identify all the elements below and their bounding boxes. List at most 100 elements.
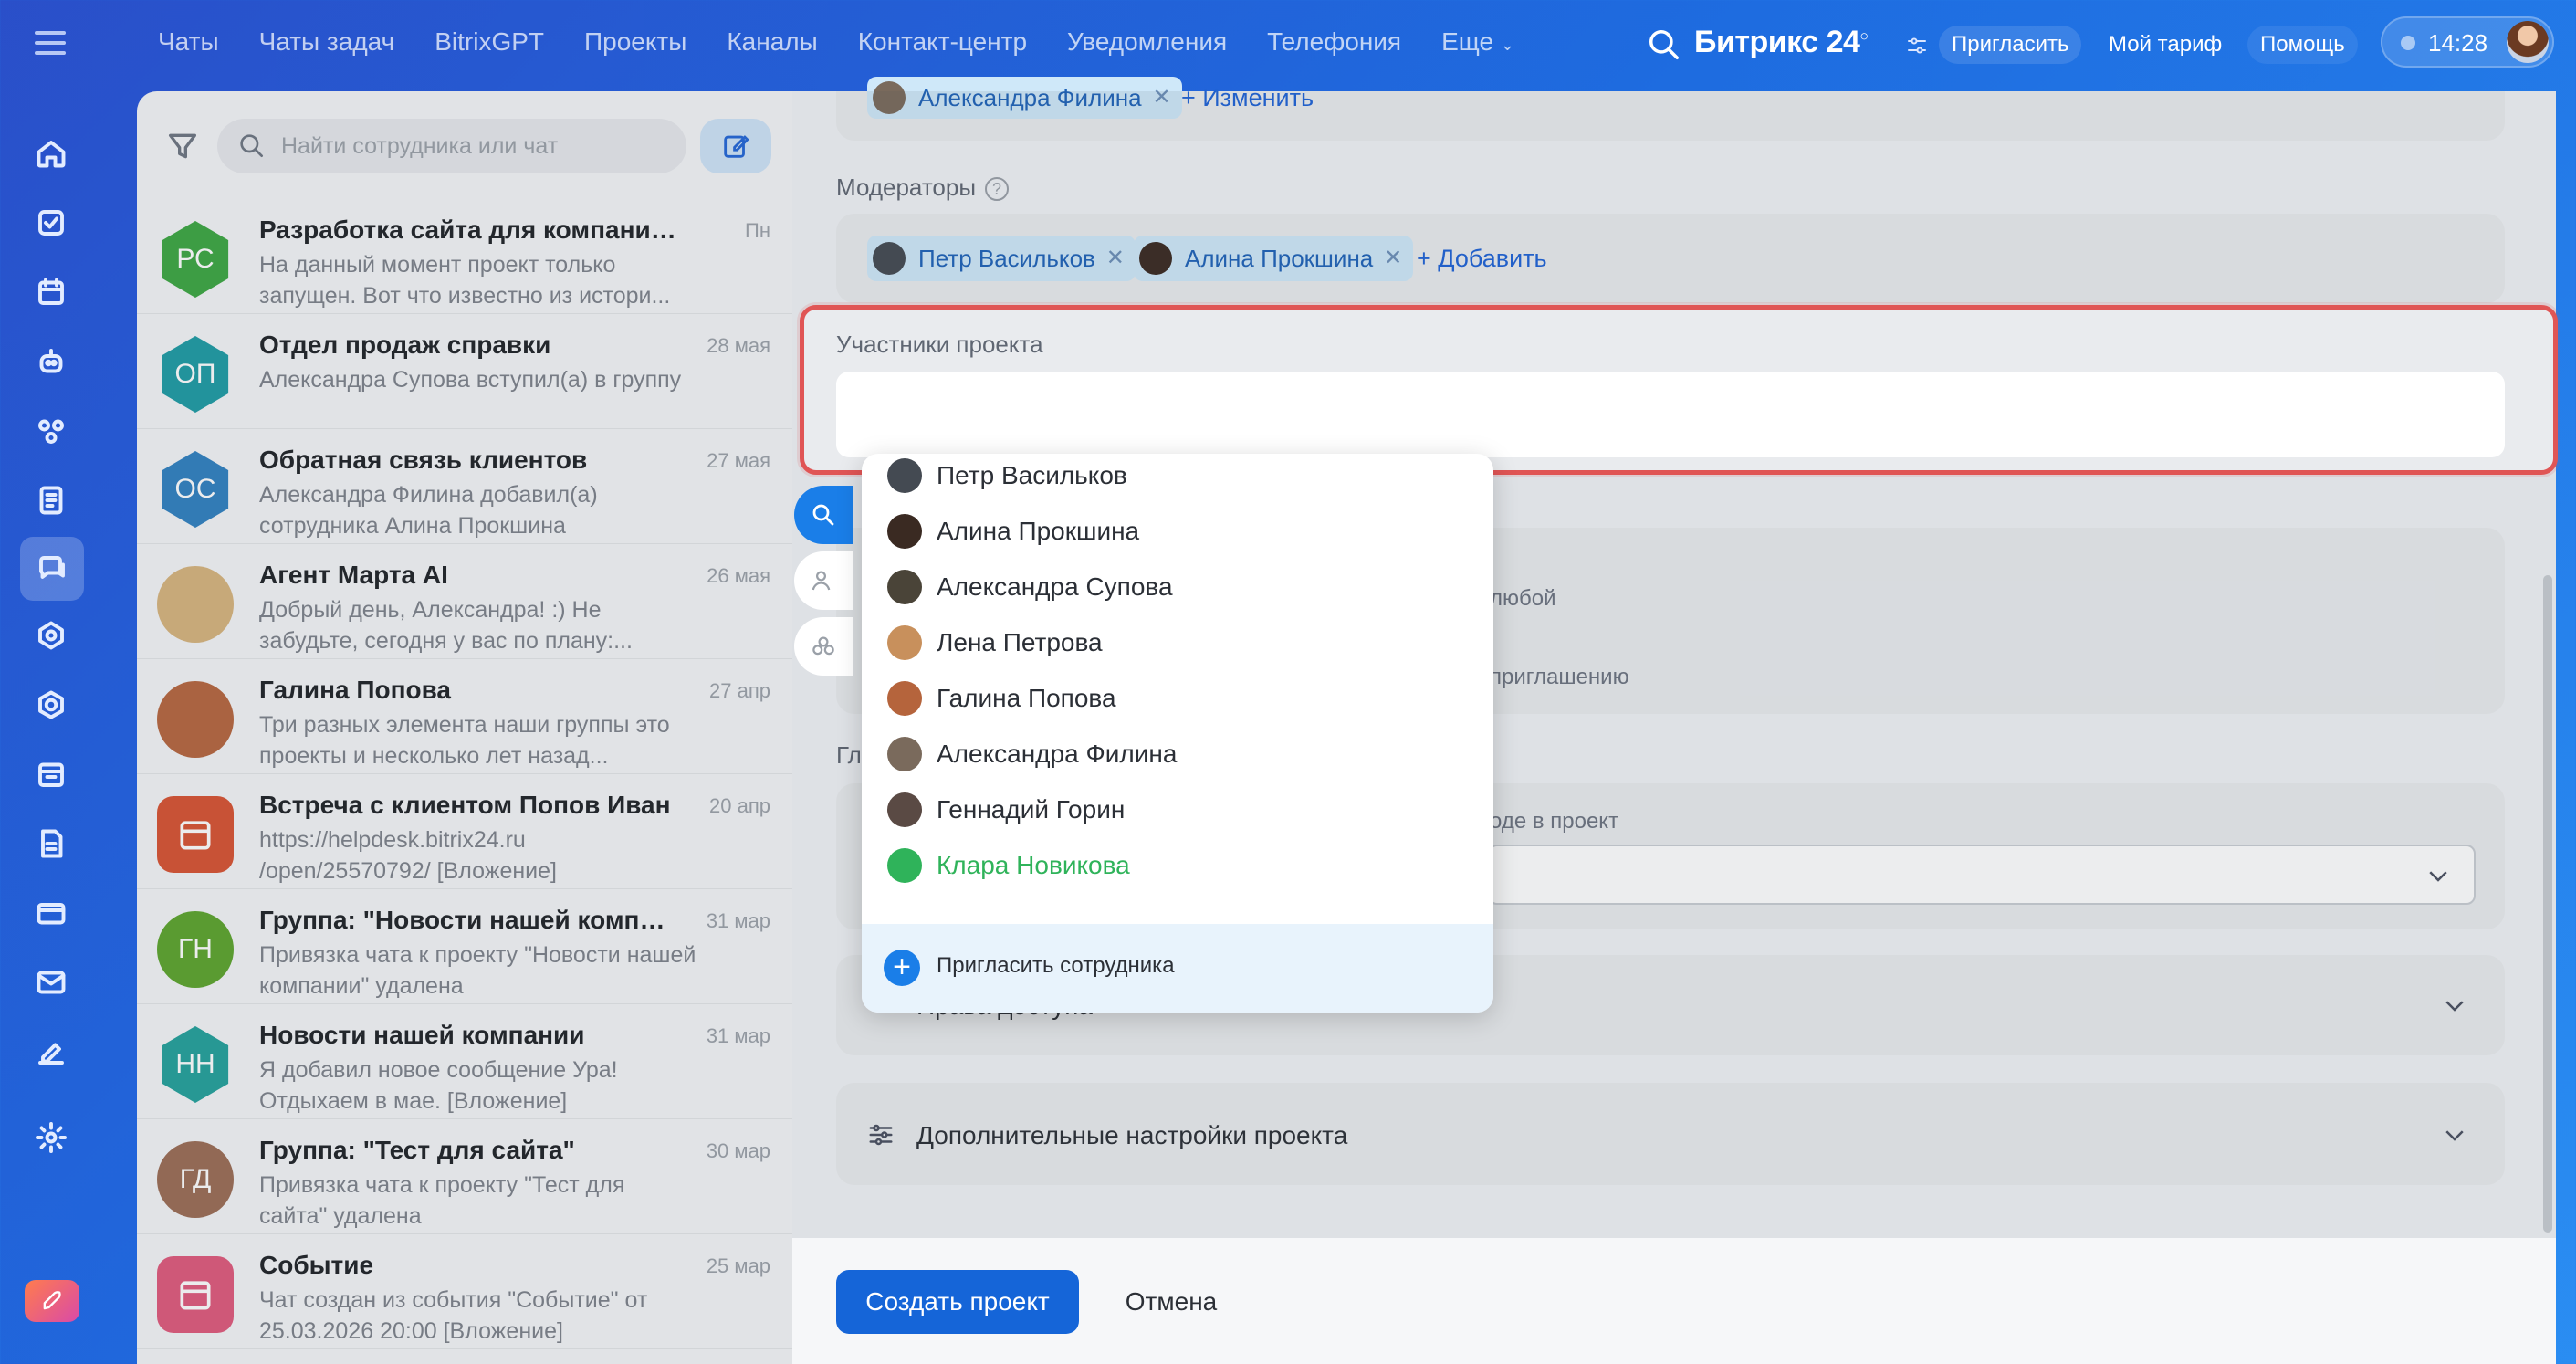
crm-icon[interactable] — [31, 411, 71, 451]
cancel-button[interactable]: Отмена — [1103, 1270, 1240, 1334]
tasks-icon[interactable] — [31, 203, 71, 243]
employee-name: Геннадий Горин — [937, 795, 1126, 824]
nav-item-projects[interactable]: Проекты — [584, 27, 686, 57]
employee-avatar — [887, 792, 922, 827]
chat-item[interactable]: ГД Группа: "Тест для сайта" Привязка чата … — [137, 1119, 792, 1234]
search-icon — [240, 134, 263, 157]
remove-icon[interactable]: ✕ — [1384, 236, 1402, 281]
employee-avatar — [887, 737, 922, 771]
employee-option[interactable]: Клара Новикова — [887, 842, 1130, 889]
chat-item[interactable]: ГН Группа: "Новости нашей компан... Привяз… — [137, 889, 792, 1004]
remove-icon[interactable]: ✕ — [1152, 77, 1170, 119]
tab-employees[interactable] — [794, 551, 853, 610]
add-moderator-link[interactable]: + Добавить — [1417, 245, 1547, 273]
employee-option[interactable]: Александра Филина — [887, 730, 1177, 778]
chat-avatar: ОС — [162, 451, 229, 528]
settings-icon[interactable] — [31, 1117, 71, 1158]
employee-avatar — [887, 848, 922, 883]
entry-select[interactable] — [1488, 845, 2476, 905]
nav-item-more[interactable]: Еще ⌄ — [1441, 27, 1514, 57]
tariff-button[interactable]: Мой тариф — [2096, 26, 2235, 64]
status-dot — [2401, 36, 2415, 50]
chevron-down-icon[interactable] — [2441, 992, 2468, 1019]
chat-search[interactable] — [217, 119, 686, 173]
payments-icon[interactable] — [31, 893, 71, 933]
clock-widget[interactable]: 14:28 — [2381, 16, 2554, 68]
employee-option[interactable]: Петр Васильков — [887, 454, 1127, 499]
chat-date: 20 апр — [709, 794, 770, 817]
help-icon[interactable]: ? — [985, 177, 1010, 202]
top-bar: Чаты Чаты задач BitrixGPT Проекты Каналы… — [0, 0, 2576, 89]
messenger-icon[interactable] — [20, 537, 84, 601]
chat-list: РС Разработка сайта для компании Сф... На … — [137, 199, 792, 1349]
scrollbar[interactable] — [2543, 575, 2552, 1233]
home-icon[interactable] — [31, 133, 71, 173]
members-input[interactable] — [836, 372, 2505, 457]
ai-agent-icon[interactable] — [31, 341, 71, 382]
sign-icon[interactable] — [31, 1032, 71, 1072]
chat-item[interactable]: Событие Чат создан из события "Событие" о… — [137, 1234, 792, 1349]
help-button[interactable]: Помощь — [2247, 26, 2358, 64]
employee-option[interactable]: Алина Прокшина — [887, 508, 1139, 555]
chat-date: 31 мар — [706, 909, 770, 932]
visibility-option-invite[interactable]: приглашению — [1490, 665, 1629, 690]
create-project-button[interactable]: Создать проект — [836, 1270, 1079, 1334]
visibility-option-any[interactable]: любой — [1490, 586, 1556, 612]
employee-option[interactable]: Геннадий Горин — [887, 786, 1125, 834]
groups-icon[interactable] — [31, 685, 71, 725]
brand-logo[interactable]: Битрикс 24○ — [1694, 25, 1869, 60]
employee-option[interactable]: Лена Петрова — [887, 619, 1103, 666]
nav-item-notifications[interactable]: Уведомления — [1067, 27, 1227, 57]
filter-icon[interactable] — [164, 128, 201, 164]
nav-item-task-chats[interactable]: Чаты задач — [259, 27, 395, 57]
chat-item[interactable]: НН Новости нашей компании Я добавил новое … — [137, 1004, 792, 1119]
chat-name: Группа: "Тест для сайта" — [259, 1136, 575, 1164]
invite-button[interactable]: Пригласить — [1939, 26, 2082, 64]
employee-option[interactable]: Галина Попова — [887, 675, 1116, 722]
chat-avatar: ГД — [157, 1141, 234, 1218]
sites-icon[interactable] — [31, 615, 71, 656]
calendar-grid-icon[interactable] — [31, 272, 71, 312]
menu-icon[interactable] — [35, 31, 66, 55]
feed-icon[interactable] — [31, 480, 71, 520]
invite-employee-row[interactable]: + Пригласить сотрудника — [862, 924, 1493, 1013]
chat-date: 27 мая — [707, 449, 770, 472]
chat-date: 27 апр — [709, 679, 770, 702]
owner-tag[interactable]: Александра Филина ✕ — [867, 77, 1182, 119]
chat-search-input[interactable] — [281, 119, 665, 173]
chat-list-panel: РС Разработка сайта для компании Сф... На … — [137, 91, 792, 1364]
user-avatar[interactable] — [2507, 21, 2549, 63]
nav-item-contact-center[interactable]: Контакт-центр — [858, 27, 1027, 57]
nav-item-chats[interactable]: Чаты — [158, 27, 219, 57]
chevron-down-icon: ⌄ — [1500, 36, 1514, 54]
new-chat-button[interactable] — [700, 119, 771, 173]
chat-item[interactable]: Галина Попова Три разных элемента наши гр… — [137, 659, 792, 774]
chat-item[interactable]: Агент Марта AI Добрый день, Александра! :… — [137, 544, 792, 659]
moderator-name: Алина Прокшина — [1185, 245, 1374, 272]
chevron-down-icon[interactable] — [2441, 1121, 2468, 1149]
chat-date: Пн — [745, 219, 770, 242]
moderator-tag[interactable]: Алина Прокшина ✕ — [1134, 236, 1414, 281]
chat-item[interactable]: ОП Отдел продаж справки Александра Супова … — [137, 314, 792, 429]
calendar-icon — [180, 821, 211, 850]
tab-search[interactable] — [794, 486, 853, 544]
remove-icon[interactable]: ✕ — [1106, 236, 1125, 281]
calendar-icon[interactable] — [31, 754, 71, 794]
documents-icon[interactable] — [31, 824, 71, 864]
change-owner-link[interactable]: + Изменить — [1181, 84, 1314, 112]
moderator-tag[interactable]: Петр Васильков ✕ — [867, 236, 1136, 281]
chat-item[interactable]: Встреча с клиентом Попов Иван https://hel… — [137, 774, 792, 889]
employee-name: Александра Филина — [937, 740, 1178, 768]
chat-item[interactable]: ОС Обратная связь клиентов Александра Фили… — [137, 429, 792, 544]
chevron-down-icon — [2429, 871, 2447, 882]
chat-avatar — [157, 566, 234, 643]
rocket-icon[interactable] — [25, 1280, 79, 1322]
search-icon[interactable] — [1647, 27, 1681, 62]
nav-item-telephony[interactable]: Телефония — [1267, 27, 1401, 57]
tab-departments[interactable] — [794, 617, 853, 676]
mail-icon[interactable] — [31, 962, 71, 1002]
employee-option[interactable]: Александра Супова — [887, 563, 1173, 611]
nav-item-channels[interactable]: Каналы — [727, 27, 817, 57]
chat-item[interactable]: РС Разработка сайта для компании Сф... На … — [137, 199, 792, 314]
nav-item-bitrixgpt[interactable]: BitrixGPT — [435, 27, 544, 57]
